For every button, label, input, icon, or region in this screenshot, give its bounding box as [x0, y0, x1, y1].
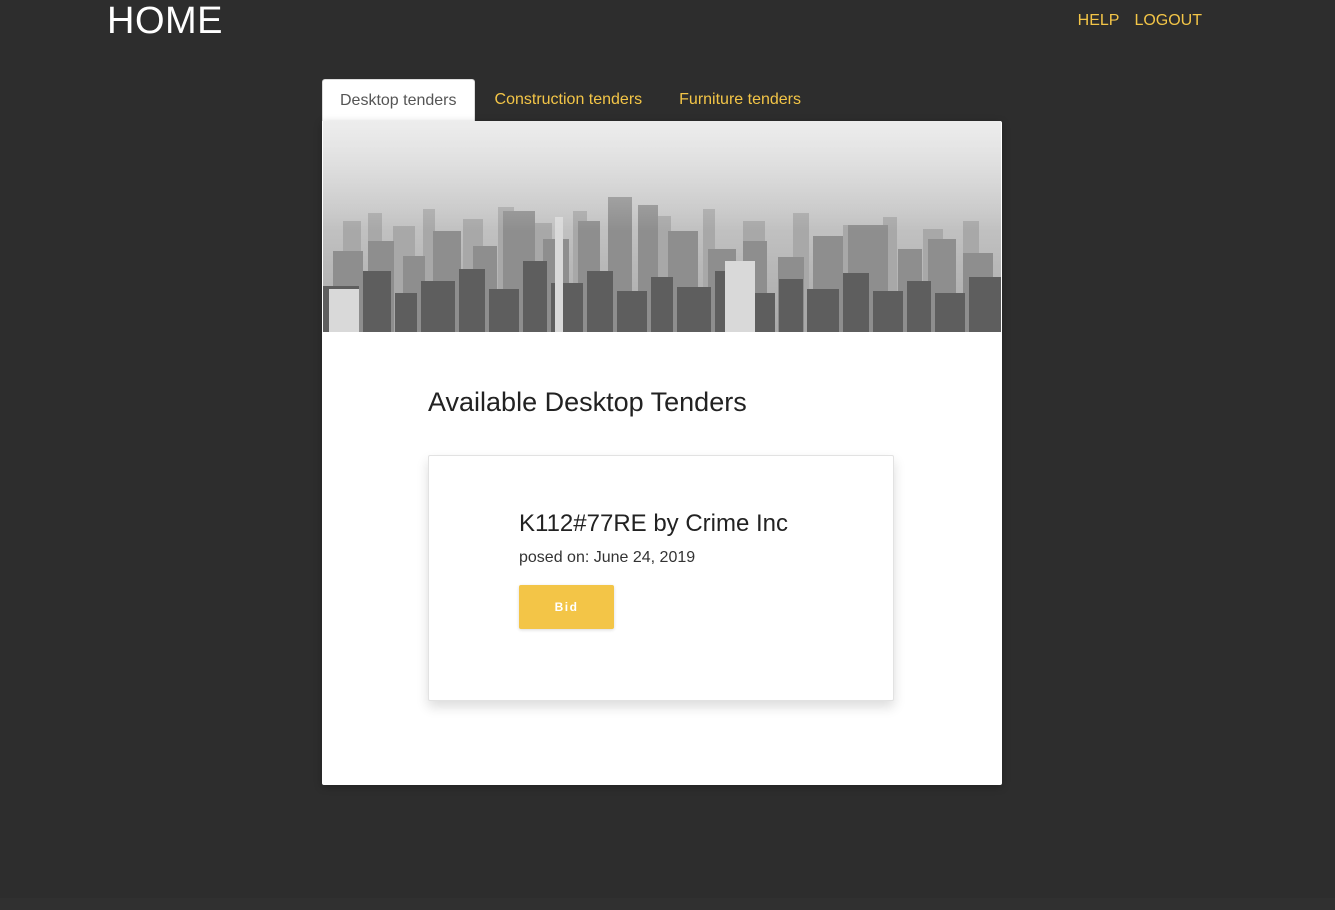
top-nav: HELP LOGOUT — [1078, 11, 1202, 31]
page: HOME HELP LOGOUT Desktop tenders Constru… — [0, 0, 1335, 910]
footer-strip — [0, 898, 1335, 910]
tab-construction-tenders[interactable]: Construction tenders — [478, 79, 660, 120]
help-link[interactable]: HELP — [1078, 11, 1120, 31]
skyline-image — [323, 121, 1001, 332]
home-link[interactable]: HOME — [107, 0, 223, 42]
logout-link[interactable]: LOGOUT — [1134, 11, 1202, 31]
tab-desktop-tenders[interactable]: Desktop tenders — [322, 79, 475, 121]
tender-date: posed on: June 24, 2019 — [519, 549, 696, 566]
section-title: Available Desktop Tenders — [428, 387, 747, 417]
tender-card: K112#77RE by Crime Inc posed on: June 24… — [428, 455, 894, 701]
bid-button[interactable]: Bid — [519, 585, 614, 629]
tab-panel: Available Desktop Tenders K112#77RE by C… — [322, 121, 1002, 785]
tab-furniture-tenders[interactable]: Furniture tenders — [662, 79, 818, 120]
city-skyline-banner — [323, 121, 1001, 332]
tender-title: K112#77RE by Crime Inc — [519, 510, 789, 537]
tender-tabs: Desktop tenders Construction tenders Fur… — [322, 79, 818, 121]
